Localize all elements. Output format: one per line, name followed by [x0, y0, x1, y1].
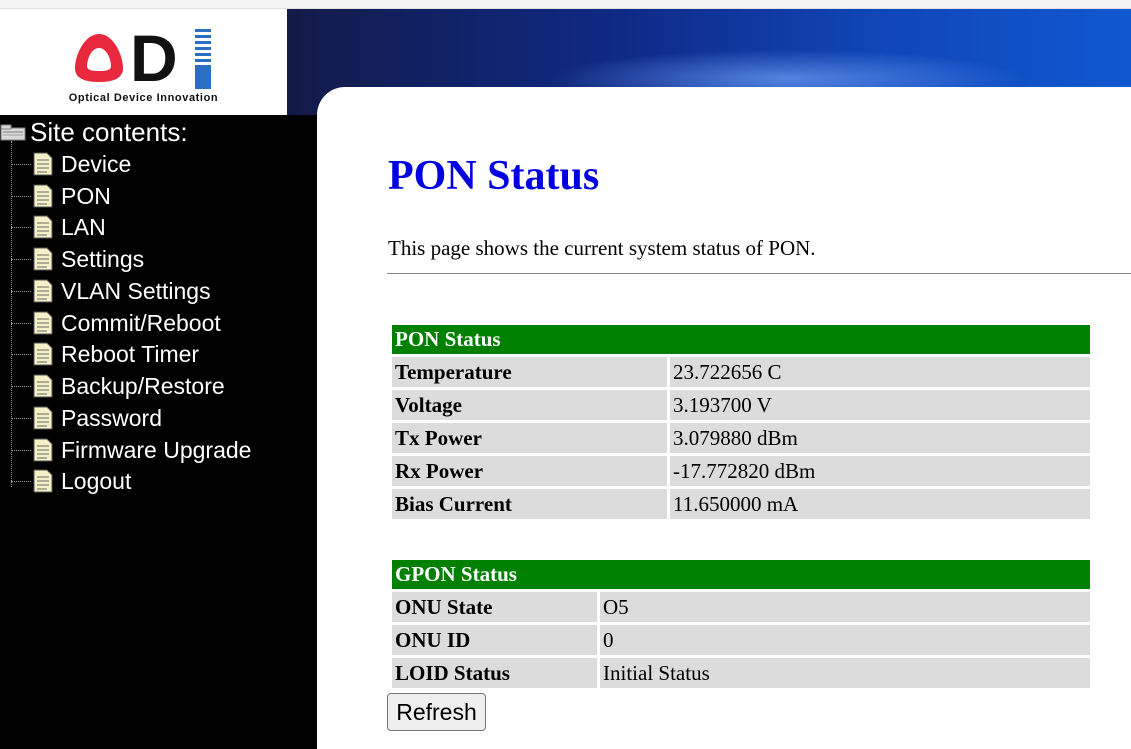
- logo-o-mark: [75, 34, 123, 82]
- table-row: Temperature 23.722656 C: [392, 357, 1090, 387]
- document-icon: [33, 342, 53, 366]
- main-content: PON Status This page shows the current s…: [317, 87, 1131, 749]
- row-value: Initial Status: [600, 658, 1090, 688]
- sidebar-item-label[interactable]: Reboot Timer: [61, 341, 199, 368]
- tree-root: Site contents:: [0, 118, 188, 146]
- sidebar-item-reboot-timer[interactable]: Reboot Timer: [11, 339, 199, 369]
- tree-branch: [11, 195, 31, 197]
- row-value: 3.193700 V: [670, 390, 1090, 420]
- tree-branch: [11, 449, 31, 451]
- row-label: ONU ID: [392, 625, 597, 655]
- table-row: Tx Power 3.079880 dBm: [392, 423, 1090, 453]
- row-value: 23.722656 C: [670, 357, 1090, 387]
- table-row: ONU ID 0: [392, 625, 1090, 655]
- tree-branch: [11, 322, 31, 324]
- top-strip: [0, 0, 1131, 9]
- row-label: Bias Current: [392, 489, 667, 519]
- document-icon: [33, 469, 53, 493]
- logo: D Optical Device Innovation: [0, 9, 287, 115]
- tree-branch: [11, 417, 31, 419]
- divider: [387, 273, 1131, 274]
- folder-tree-icon: [0, 124, 26, 141]
- tree-branch: [11, 163, 31, 165]
- table-header: PON Status: [392, 325, 1090, 354]
- tree-branch: [11, 480, 31, 482]
- sidebar-item-backup-restore[interactable]: Backup/Restore: [11, 371, 225, 401]
- tree-branch: [11, 353, 31, 355]
- sidebar: Site contents: Device PON LAN Settings V…: [0, 115, 317, 749]
- sidebar-item-lan[interactable]: LAN: [11, 212, 106, 242]
- table-row: Voltage 3.193700 V: [392, 390, 1090, 420]
- sidebar-item-label[interactable]: Settings: [61, 246, 144, 273]
- sidebar-item-device[interactable]: Device: [11, 149, 131, 179]
- tree-branch: [11, 226, 31, 228]
- sidebar-title: Site contents:: [30, 117, 188, 147]
- tree-branch: [11, 258, 31, 260]
- row-value: 11.650000 mA: [670, 489, 1090, 519]
- page-title: PON Status: [388, 153, 600, 199]
- sidebar-item-firmware-upgrade[interactable]: Firmware Upgrade: [11, 435, 251, 465]
- sidebar-item-pon[interactable]: PON: [11, 181, 111, 211]
- sidebar-item-label[interactable]: VLAN Settings: [61, 278, 211, 305]
- row-label: Temperature: [392, 357, 667, 387]
- tree-branch: [11, 290, 31, 292]
- sidebar-item-commit-reboot[interactable]: Commit/Reboot: [11, 308, 221, 338]
- table-header: GPON Status: [392, 560, 1090, 589]
- row-label: LOID Status: [392, 658, 597, 688]
- row-value: 0: [600, 625, 1090, 655]
- tree-branch: [11, 385, 31, 387]
- document-icon: [33, 406, 53, 430]
- logo-i-mark: [195, 29, 211, 89]
- row-label: Tx Power: [392, 423, 667, 453]
- document-icon: [33, 152, 53, 176]
- sidebar-item-label[interactable]: Password: [61, 405, 162, 432]
- document-icon: [33, 311, 53, 335]
- sidebar-item-password[interactable]: Password: [11, 403, 162, 433]
- row-value: O5: [600, 592, 1090, 622]
- row-value: -17.772820 dBm: [670, 456, 1090, 486]
- sidebar-item-vlan-settings[interactable]: VLAN Settings: [11, 276, 211, 306]
- sidebar-item-label[interactable]: PON: [61, 183, 111, 210]
- document-icon: [33, 279, 53, 303]
- document-icon: [33, 374, 53, 398]
- row-label: ONU State: [392, 592, 597, 622]
- table-row: LOID Status Initial Status: [392, 658, 1090, 688]
- row-label: Voltage: [392, 390, 667, 420]
- sidebar-item-label[interactable]: Commit/Reboot: [61, 310, 221, 337]
- document-icon: [33, 184, 53, 208]
- logo-d-letter: D: [130, 21, 178, 95]
- document-icon: [33, 215, 53, 239]
- refresh-button[interactable]: Refresh: [387, 693, 486, 731]
- document-icon: [33, 438, 53, 462]
- sidebar-item-settings[interactable]: Settings: [11, 244, 144, 274]
- sidebar-item-label[interactable]: Firmware Upgrade: [61, 437, 251, 464]
- row-label: Rx Power: [392, 456, 667, 486]
- table-row: Rx Power -17.772820 dBm: [392, 456, 1090, 486]
- sidebar-item-logout[interactable]: Logout: [11, 466, 131, 496]
- row-value: 3.079880 dBm: [670, 423, 1090, 453]
- logo-tagline: Optical Device Innovation: [68, 92, 219, 104]
- sidebar-item-label[interactable]: Logout: [61, 468, 131, 495]
- document-icon: [33, 247, 53, 271]
- pon-status-table: PON Status Temperature 23.722656 C Volta…: [389, 322, 1093, 522]
- sidebar-item-label[interactable]: Device: [61, 151, 131, 178]
- table-row: Bias Current 11.650000 mA: [392, 489, 1090, 519]
- sidebar-item-label[interactable]: LAN: [61, 214, 106, 241]
- table-row: ONU State O5: [392, 592, 1090, 622]
- gpon-status-table: GPON Status ONU State O5 ONU ID 0 LOID S…: [389, 557, 1093, 691]
- page-description: This page shows the current system statu…: [388, 236, 816, 260]
- sidebar-item-label[interactable]: Backup/Restore: [61, 373, 225, 400]
